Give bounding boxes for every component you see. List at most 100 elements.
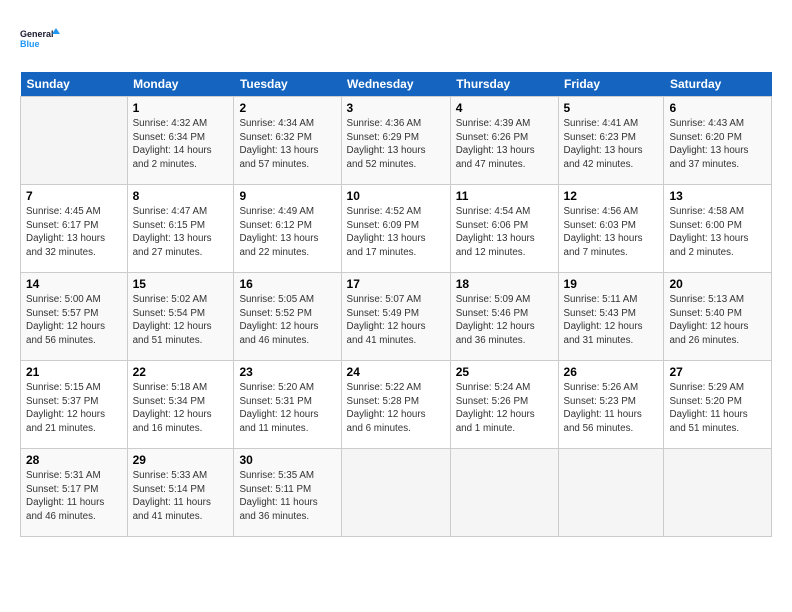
day-number: 23 [239, 365, 335, 379]
day-number: 29 [133, 453, 229, 467]
day-number: 15 [133, 277, 229, 291]
day-info: Sunrise: 5:05 AMSunset: 5:52 PMDaylight:… [239, 293, 335, 348]
day-number: 7 [26, 189, 122, 203]
day-info: Sunrise: 4:47 AMSunset: 6:15 PMDaylight:… [133, 205, 229, 260]
page-header: General Blue [20, 16, 772, 60]
day-info: Sunrise: 5:33 AMSunset: 5:14 PMDaylight:… [133, 469, 229, 524]
weekday-header-friday: Friday [558, 72, 664, 97]
day-info: Sunrise: 5:09 AMSunset: 5:46 PMDaylight:… [456, 293, 553, 348]
day-number: 21 [26, 365, 122, 379]
day-number: 19 [564, 277, 659, 291]
calendar-cell: 13 Sunrise: 4:58 AMSunset: 6:00 PMDayligh… [664, 185, 772, 273]
day-number: 22 [133, 365, 229, 379]
day-number: 10 [347, 189, 445, 203]
day-info: Sunrise: 5:13 AMSunset: 5:40 PMDaylight:… [669, 293, 766, 348]
calendar-cell: 30Sunrise: 5:35 AMSunset: 5:11 PMDayligh… [234, 449, 341, 537]
day-number: 5 [564, 101, 659, 115]
day-number: 11 [456, 189, 553, 203]
day-number: 27 [669, 365, 766, 379]
day-info: Sunrise: 5:18 AMSunset: 5:34 PMDaylight:… [133, 381, 229, 436]
calendar-cell: 23 Sunrise: 5:20 AMSunset: 5:31 PMDayligh… [234, 361, 341, 449]
calendar-cell: 3 Sunrise: 4:36 AMSunset: 6:29 PMDaylight… [341, 97, 450, 185]
day-info: Sunrise: 5:00 AMSunset: 5:57 PMDaylight:… [26, 293, 122, 348]
calendar-cell: 22 Sunrise: 5:18 AMSunset: 5:34 PMDayligh… [127, 361, 234, 449]
calendar-cell: 16Sunrise: 5:05 AMSunset: 5:52 PMDayligh… [234, 273, 341, 361]
calendar-cell: 1 Sunrise: 4:32 AMSunset: 6:34 PMDaylight… [127, 97, 234, 185]
day-info: Sunrise: 4:41 AMSunset: 6:23 PMDaylight:… [564, 117, 659, 172]
calendar-cell: 19Sunrise: 5:11 AMSunset: 5:43 PMDayligh… [558, 273, 664, 361]
day-number: 6 [669, 101, 766, 115]
day-info: Sunrise: 4:39 AMSunset: 6:26 PMDaylight:… [456, 117, 553, 172]
day-number: 17 [347, 277, 445, 291]
day-number: 25 [456, 365, 553, 379]
calendar-cell [558, 449, 664, 537]
day-info: Sunrise: 5:24 AMSunset: 5:26 PMDaylight:… [456, 381, 553, 436]
day-info: Sunrise: 4:52 AMSunset: 6:09 PMDaylight:… [347, 205, 445, 260]
week-row-3: 14 Sunrise: 5:00 AMSunset: 5:57 PMDayligh… [21, 273, 772, 361]
day-number: 20 [669, 277, 766, 291]
calendar-cell: 8 Sunrise: 4:47 AMSunset: 6:15 PMDaylight… [127, 185, 234, 273]
day-info: Sunrise: 4:54 AMSunset: 6:06 PMDaylight:… [456, 205, 553, 260]
calendar-cell: 17 Sunrise: 5:07 AMSunset: 5:49 PMDayligh… [341, 273, 450, 361]
calendar-cell [450, 449, 558, 537]
day-info: Sunrise: 4:45 AMSunset: 6:17 PMDaylight:… [26, 205, 122, 260]
svg-text:General: General [20, 29, 54, 39]
day-info: Sunrise: 5:07 AMSunset: 5:49 PMDaylight:… [347, 293, 445, 348]
calendar-table: SundayMondayTuesdayWednesdayThursdayFrid… [20, 72, 772, 537]
weekday-header-tuesday: Tuesday [234, 72, 341, 97]
day-info: Sunrise: 5:15 AMSunset: 5:37 PMDaylight:… [26, 381, 122, 436]
calendar-cell: 2 Sunrise: 4:34 AMSunset: 6:32 PMDaylight… [234, 97, 341, 185]
calendar-cell: 10 Sunrise: 4:52 AMSunset: 6:09 PMDayligh… [341, 185, 450, 273]
calendar-cell: 24 Sunrise: 5:22 AMSunset: 5:28 PMDayligh… [341, 361, 450, 449]
day-info: Sunrise: 4:58 AMSunset: 6:00 PMDaylight:… [669, 205, 766, 260]
weekday-header-row: SundayMondayTuesdayWednesdayThursdayFrid… [21, 72, 772, 97]
calendar-cell: 9Sunrise: 4:49 AMSunset: 6:12 PMDaylight… [234, 185, 341, 273]
week-row-2: 7 Sunrise: 4:45 AMSunset: 6:17 PMDaylight… [21, 185, 772, 273]
logo-svg: General Blue [20, 16, 60, 60]
day-info: Sunrise: 4:36 AMSunset: 6:29 PMDaylight:… [347, 117, 445, 172]
day-number: 8 [133, 189, 229, 203]
calendar-cell [664, 449, 772, 537]
day-number: 28 [26, 453, 122, 467]
day-number: 2 [239, 101, 335, 115]
calendar-cell: 21 Sunrise: 5:15 AMSunset: 5:37 PMDayligh… [21, 361, 128, 449]
day-info: Sunrise: 4:34 AMSunset: 6:32 PMDaylight:… [239, 117, 335, 172]
day-number: 26 [564, 365, 659, 379]
day-number: 13 [669, 189, 766, 203]
calendar-cell: 18 Sunrise: 5:09 AMSunset: 5:46 PMDayligh… [450, 273, 558, 361]
day-info: Sunrise: 4:43 AMSunset: 6:20 PMDaylight:… [669, 117, 766, 172]
calendar-cell: 11 Sunrise: 4:54 AMSunset: 6:06 PMDayligh… [450, 185, 558, 273]
day-number: 1 [133, 101, 229, 115]
weekday-header-thursday: Thursday [450, 72, 558, 97]
day-info: Sunrise: 4:56 AMSunset: 6:03 PMDaylight:… [564, 205, 659, 260]
week-row-4: 21 Sunrise: 5:15 AMSunset: 5:37 PMDayligh… [21, 361, 772, 449]
day-number: 18 [456, 277, 553, 291]
calendar-cell: 4 Sunrise: 4:39 AMSunset: 6:26 PMDaylight… [450, 97, 558, 185]
day-number: 3 [347, 101, 445, 115]
day-info: Sunrise: 5:22 AMSunset: 5:28 PMDaylight:… [347, 381, 445, 436]
day-number: 24 [347, 365, 445, 379]
day-info: Sunrise: 4:32 AMSunset: 6:34 PMDaylight:… [133, 117, 229, 172]
day-number: 14 [26, 277, 122, 291]
calendar-cell: 27 Sunrise: 5:29 AMSunset: 5:20 PMDayligh… [664, 361, 772, 449]
week-row-5: 28 Sunrise: 5:31 AMSunset: 5:17 PMDayligh… [21, 449, 772, 537]
calendar-cell: 6 Sunrise: 4:43 AMSunset: 6:20 PMDaylight… [664, 97, 772, 185]
calendar-cell: 12 Sunrise: 4:56 AMSunset: 6:03 PMDayligh… [558, 185, 664, 273]
day-info: Sunrise: 5:31 AMSunset: 5:17 PMDaylight:… [26, 469, 122, 524]
day-info: Sunrise: 5:26 AMSunset: 5:23 PMDaylight:… [564, 381, 659, 436]
day-number: 9 [239, 189, 335, 203]
week-row-1: 1 Sunrise: 4:32 AMSunset: 6:34 PMDaylight… [21, 97, 772, 185]
weekday-header-monday: Monday [127, 72, 234, 97]
day-info: Sunrise: 5:20 AMSunset: 5:31 PMDaylight:… [239, 381, 335, 436]
svg-text:Blue: Blue [20, 39, 40, 49]
calendar-cell: 7 Sunrise: 4:45 AMSunset: 6:17 PMDaylight… [21, 185, 128, 273]
day-number: 4 [456, 101, 553, 115]
calendar-cell [341, 449, 450, 537]
calendar-cell: 26 Sunrise: 5:26 AMSunset: 5:23 PMDayligh… [558, 361, 664, 449]
day-number: 30 [239, 453, 335, 467]
calendar-cell: 14 Sunrise: 5:00 AMSunset: 5:57 PMDayligh… [21, 273, 128, 361]
day-number: 12 [564, 189, 659, 203]
logo: General Blue [20, 16, 60, 60]
calendar-cell: 25 Sunrise: 5:24 AMSunset: 5:26 PMDayligh… [450, 361, 558, 449]
day-info: Sunrise: 5:29 AMSunset: 5:20 PMDaylight:… [669, 381, 766, 436]
